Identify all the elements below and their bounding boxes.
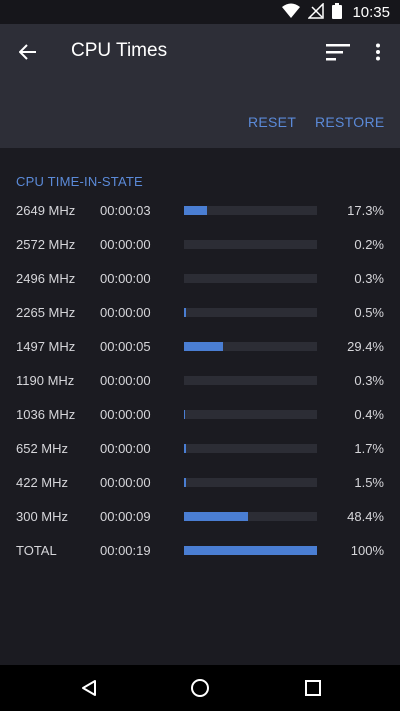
home-circle-icon[interactable] xyxy=(185,673,215,703)
total-row: TOTAL 00:00:19 100% xyxy=(0,535,400,569)
time-value: 00:00:03 xyxy=(100,203,151,218)
cpu-times-list: CPU TIME-IN-STATE 2649 MHz 00:00:03 17.3… xyxy=(0,148,400,665)
status-time: 10:35 xyxy=(352,4,390,21)
percentage-bar xyxy=(184,410,317,419)
frequency-label: 300 MHz xyxy=(16,509,69,524)
time-value: 00:00:09 xyxy=(100,509,151,524)
percentage-bar xyxy=(184,376,317,385)
percentage-bar xyxy=(184,240,317,249)
table-row: 2265 MHz 00:00:00 0.5% xyxy=(0,297,400,331)
percentage-bar-fill xyxy=(184,308,186,317)
percentage-bar xyxy=(184,478,317,487)
percentage-value: 0.5% xyxy=(354,305,384,320)
percentage-value: 48.4% xyxy=(347,509,384,524)
percentage-value: 1.5% xyxy=(354,475,384,490)
frequency-label: 1190 MHz xyxy=(16,373,75,388)
more-vert-icon[interactable] xyxy=(364,36,392,68)
status-bar: 10:35 xyxy=(0,0,400,24)
frequency-label: 2649 MHz xyxy=(16,203,76,218)
recents-square-icon[interactable] xyxy=(298,673,328,703)
time-value: 00:00:00 xyxy=(100,441,151,456)
percentage-value: 17.3% xyxy=(347,203,384,218)
percentage-bar-fill xyxy=(184,546,317,555)
table-row: 652 MHz 00:00:00 1.7% xyxy=(0,433,400,467)
percentage-value: 0.2% xyxy=(354,237,384,252)
table-row: 1497 MHz 00:00:05 29.4% xyxy=(0,331,400,365)
frequency-label: 2496 MHz xyxy=(16,271,76,286)
table-row: 1190 MHz 00:00:00 0.3% xyxy=(0,365,400,399)
percentage-value: 0.3% xyxy=(354,271,384,286)
frequency-label: 1036 MHz xyxy=(16,407,76,422)
percentage-value: 1.7% xyxy=(354,441,384,456)
total-time-value: 00:00:19 xyxy=(100,543,151,558)
section-header: CPU TIME-IN-STATE xyxy=(16,174,143,189)
table-row: 2572 MHz 00:00:00 0.2% xyxy=(0,229,400,263)
time-value: 00:00:00 xyxy=(100,305,151,320)
time-value: 00:00:00 xyxy=(100,475,151,490)
sort-icon[interactable] xyxy=(322,36,354,68)
percentage-bar-fill xyxy=(184,410,185,419)
reset-button[interactable]: RESET xyxy=(248,114,296,130)
percentage-bar xyxy=(184,444,317,453)
percentage-bar xyxy=(184,512,317,521)
battery-icon xyxy=(332,3,343,22)
percentage-bar xyxy=(184,274,317,283)
time-value: 00:00:05 xyxy=(100,339,151,354)
frequency-label: 1497 MHz xyxy=(16,339,76,354)
time-value: 00:00:00 xyxy=(100,271,151,286)
page-title: CPU Times xyxy=(71,40,168,61)
percentage-value: 0.4% xyxy=(354,407,384,422)
frequency-label: 422 MHz xyxy=(16,475,69,490)
no-signal-icon xyxy=(307,2,325,22)
percentage-bar xyxy=(184,342,317,351)
frequency-label: 2265 MHz xyxy=(16,305,76,320)
frequency-label: 652 MHz xyxy=(16,441,69,456)
arrow-back-icon[interactable] xyxy=(12,36,44,68)
table-row: 2496 MHz 00:00:00 0.3% xyxy=(0,263,400,297)
back-triangle-icon[interactable] xyxy=(74,673,104,703)
time-value: 00:00:00 xyxy=(100,237,151,252)
total-label: TOTAL xyxy=(16,543,57,558)
app-bar: CPU Times xyxy=(0,24,400,80)
table-row: 422 MHz 00:00:00 1.5% xyxy=(0,467,400,501)
time-value: 00:00:00 xyxy=(100,373,151,388)
action-bar: RESET RESTORE xyxy=(0,80,400,148)
wifi-icon xyxy=(282,3,301,22)
frequency-label: 2572 MHz xyxy=(16,237,76,252)
percentage-bar xyxy=(184,308,317,317)
percentage-bar-fill xyxy=(184,478,186,487)
status-icons: 10:35 xyxy=(282,2,390,22)
table-row: 2649 MHz 00:00:03 17.3% xyxy=(0,195,400,229)
percentage-bar-fill xyxy=(184,342,223,351)
restore-button[interactable]: RESTORE xyxy=(315,114,385,130)
percentage-bar-fill xyxy=(184,444,186,453)
total-percentage-bar xyxy=(184,546,317,555)
percentage-bar-fill xyxy=(184,512,248,521)
percentage-value: 0.3% xyxy=(354,373,384,388)
navigation-bar xyxy=(0,665,400,711)
time-value: 00:00:00 xyxy=(100,407,151,422)
percentage-value: 29.4% xyxy=(347,339,384,354)
percentage-bar-fill xyxy=(184,206,207,215)
percentage-bar xyxy=(184,206,317,215)
total-percentage-value: 100% xyxy=(350,543,384,558)
table-row: 300 MHz 00:00:09 48.4% xyxy=(0,501,400,535)
table-row: 1036 MHz 00:00:00 0.4% xyxy=(0,399,400,433)
